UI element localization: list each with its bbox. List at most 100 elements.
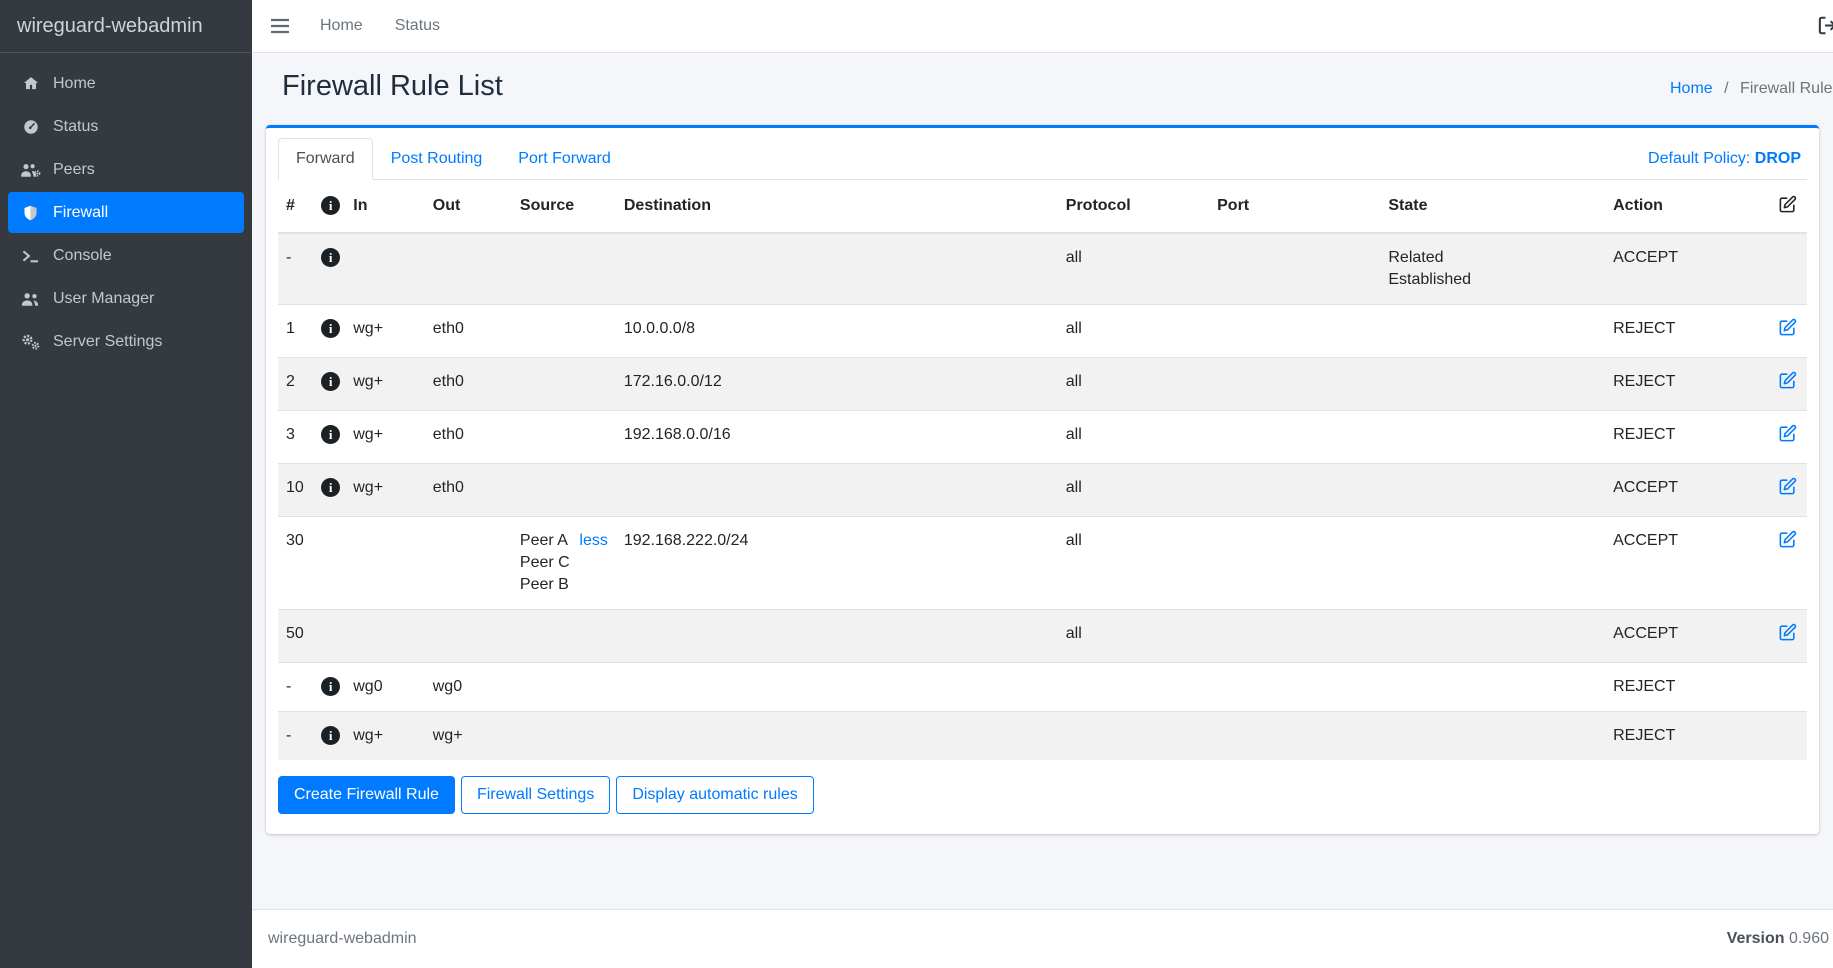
tab-port-forward: Port Forward bbox=[500, 138, 628, 180]
rule-number: 30 bbox=[278, 517, 313, 610]
firewall-settings-button[interactable]: Firewall Settings bbox=[461, 776, 610, 814]
rule-state bbox=[1380, 663, 1605, 712]
create-firewall-rule-button[interactable]: Create Firewall Rule bbox=[278, 776, 455, 814]
rule-number: 1 bbox=[278, 305, 313, 358]
firewall-rule-row: 2iwg+eth0172.16.0.0/12allREJECT bbox=[278, 358, 1807, 411]
shield-icon bbox=[17, 204, 44, 222]
rule-source: Peer APeer CPeer B bbox=[520, 530, 570, 596]
rule-port bbox=[1209, 358, 1380, 411]
info-circle-icon[interactable]: i bbox=[321, 478, 340, 497]
rule-in bbox=[345, 517, 425, 610]
rule-info-cell bbox=[313, 517, 345, 610]
rule-in bbox=[345, 610, 425, 663]
firewall-rule-table: # i In Out Source Destination Protocol P… bbox=[278, 180, 1807, 760]
rule-in: wg+ bbox=[345, 464, 425, 517]
rule-protocol: all bbox=[1058, 305, 1209, 358]
rule-number: - bbox=[278, 233, 313, 305]
edit-rule-button[interactable] bbox=[1778, 371, 1797, 390]
brand-link[interactable]: wireguard-webadmin bbox=[0, 0, 252, 53]
display-automatic-rules-button[interactable]: Display automatic rules bbox=[616, 776, 813, 814]
menu-toggle-icon[interactable] bbox=[270, 18, 290, 34]
rule-port bbox=[1209, 663, 1380, 712]
rule-protocol: all bbox=[1058, 411, 1209, 464]
edit-rule-button[interactable] bbox=[1778, 318, 1797, 337]
rule-in: wg+ bbox=[345, 358, 425, 411]
navbar-link-home[interactable]: Home bbox=[304, 17, 379, 35]
firewall-rule-row: 3iwg+eth0192.168.0.0/16allREJECT bbox=[278, 411, 1807, 464]
info-circle-icon[interactable]: i bbox=[321, 425, 340, 444]
content-area: ForwardPost RoutingPort Forward Default … bbox=[252, 125, 1833, 909]
rule-state bbox=[1380, 464, 1605, 517]
edit-rule-button[interactable] bbox=[1778, 424, 1797, 443]
sidebar-item-label: Server Settings bbox=[53, 333, 162, 351]
info-circle-icon[interactable]: i bbox=[321, 726, 340, 745]
rule-protocol: all bbox=[1058, 610, 1209, 663]
sidebar-item-peers[interactable]: Peers bbox=[8, 149, 244, 190]
rule-edit-cell bbox=[1770, 233, 1807, 305]
default-policy-link[interactable]: Default Policy: DROP bbox=[1648, 150, 1807, 168]
edit-rule-button[interactable] bbox=[1778, 623, 1797, 642]
rule-out bbox=[425, 517, 512, 610]
rule-destination: 192.168.0.0/16 bbox=[616, 411, 1058, 464]
less-link[interactable]: less bbox=[579, 530, 607, 552]
rule-port bbox=[1209, 233, 1380, 305]
sidebar-item-status[interactable]: Status bbox=[8, 106, 244, 147]
rule-source-cell bbox=[512, 411, 616, 464]
sidebar-item-server-settings[interactable]: Server Settings bbox=[8, 321, 244, 362]
rule-action: ACCEPT bbox=[1605, 464, 1770, 517]
content-header: Firewall Rule List Home / Firewall Rule … bbox=[252, 53, 1833, 125]
breadcrumb-current: Firewall Rule List bbox=[1740, 80, 1833, 97]
rule-out: eth0 bbox=[425, 411, 512, 464]
rule-number: 2 bbox=[278, 358, 313, 411]
home-icon bbox=[17, 75, 44, 92]
info-circle-icon[interactable]: i bbox=[321, 677, 340, 696]
rule-destination: 10.0.0.0/8 bbox=[616, 305, 1058, 358]
rule-protocol bbox=[1058, 712, 1209, 761]
firewall-rule-row: -iwg+wg+REJECT bbox=[278, 712, 1807, 761]
rule-edit-cell bbox=[1770, 517, 1807, 610]
rule-in: wg0 bbox=[345, 663, 425, 712]
tab-port-forward-link[interactable]: Port Forward bbox=[500, 138, 628, 180]
rule-protocol: all bbox=[1058, 358, 1209, 411]
firewall-card: ForwardPost RoutingPort Forward Default … bbox=[266, 125, 1819, 834]
rule-out bbox=[425, 233, 512, 305]
footer-version: Version 0.960 bbox=[1727, 930, 1829, 948]
info-circle-icon[interactable]: i bbox=[321, 319, 340, 338]
rule-info-cell: i bbox=[313, 358, 345, 411]
sidebar-item-firewall[interactable]: Firewall bbox=[8, 192, 244, 233]
sign-out-icon[interactable] bbox=[1818, 16, 1833, 40]
breadcrumb-separator: / bbox=[1724, 80, 1728, 97]
rule-in bbox=[345, 233, 425, 305]
column-header-action: Action bbox=[1605, 180, 1770, 233]
info-circle-icon[interactable]: i bbox=[321, 372, 340, 391]
rule-action: REJECT bbox=[1605, 712, 1770, 761]
breadcrumb-home-link[interactable]: Home bbox=[1670, 80, 1713, 97]
tab-post-routing-link[interactable]: Post Routing bbox=[373, 138, 501, 180]
info-circle-icon[interactable]: i bbox=[321, 248, 340, 267]
sidebar-nav: HomeStatusPeersFirewall Console User Manag… bbox=[0, 53, 252, 364]
rule-protocol: all bbox=[1058, 464, 1209, 517]
rule-edit-cell bbox=[1770, 610, 1807, 663]
tab-forward-link[interactable]: Forward bbox=[278, 138, 373, 180]
sidebar-item-label: Console bbox=[53, 247, 112, 265]
sidebar-item-user-manager[interactable]: User Manager bbox=[8, 278, 244, 319]
sidebar-item-console[interactable]: Console bbox=[8, 235, 244, 276]
edit-rule-button[interactable] bbox=[1778, 530, 1797, 549]
firewall-rule-row: 10iwg+eth0allACCEPT bbox=[278, 464, 1807, 517]
tabs: ForwardPost RoutingPort Forward bbox=[278, 138, 629, 179]
rule-in: wg+ bbox=[345, 411, 425, 464]
rule-destination bbox=[616, 663, 1058, 712]
rule-port bbox=[1209, 411, 1380, 464]
rule-state bbox=[1380, 411, 1605, 464]
edit-rule-button[interactable] bbox=[1778, 477, 1797, 496]
edit-icon[interactable] bbox=[1778, 195, 1797, 214]
rule-destination bbox=[616, 233, 1058, 305]
default-policy-value: DROP bbox=[1755, 150, 1801, 167]
firewall-rule-row: -iwg0wg0REJECT bbox=[278, 663, 1807, 712]
navbar-link-status[interactable]: Status bbox=[379, 17, 456, 35]
column-header-protocol: Protocol bbox=[1058, 180, 1209, 233]
rule-number: - bbox=[278, 712, 313, 761]
sidebar-item-home[interactable]: Home bbox=[8, 63, 244, 104]
rule-source-cell bbox=[512, 712, 616, 761]
rule-action: REJECT bbox=[1605, 411, 1770, 464]
